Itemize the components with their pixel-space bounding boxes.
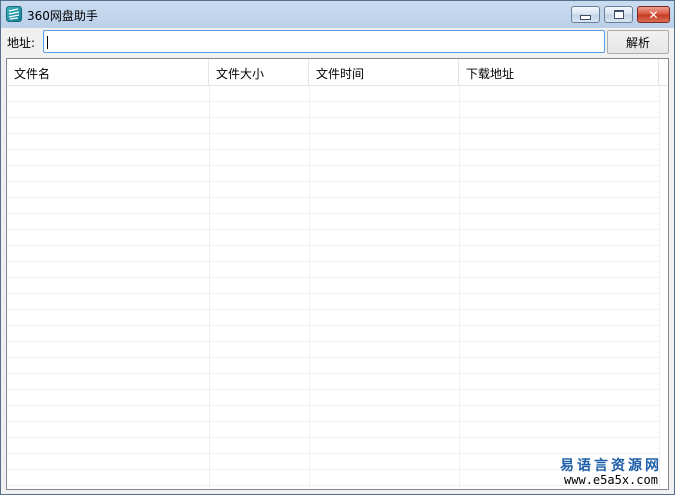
file-list-body[interactable] [7,86,668,489]
empty-row [7,198,660,214]
maximize-icon [613,10,624,19]
empty-row [7,214,660,230]
text-caret [47,36,48,49]
empty-row [7,118,660,134]
column-gridline [459,86,460,489]
minimize-button[interactable] [571,6,600,23]
empty-row [7,246,660,262]
empty-row [7,358,660,374]
empty-row [7,310,660,326]
column-gridline [659,86,660,489]
empty-row [7,230,660,246]
column-gridline [309,86,310,489]
file-list-header: 文件名 文件大小 文件时间 下载地址 [7,59,668,86]
empty-row [7,182,660,198]
watermark: 易语言资源网 www.e5a5x.com [560,458,662,488]
empty-row [7,262,660,278]
empty-row [7,326,660,342]
empty-row [7,294,660,310]
file-list[interactable]: 文件名 文件大小 文件时间 下载地址 [6,58,669,490]
column-gridline [209,86,210,489]
app-icon[interactable] [6,6,22,22]
empty-row [7,422,660,438]
app-window: 360网盘助手 ✕ 地址: 解析 文件名 文件大小 文件时间 下载地址 易语言资… [0,0,675,495]
empty-row [7,406,660,422]
empty-row [7,134,660,150]
column-header-filename[interactable]: 文件名 [7,59,209,85]
empty-row [7,390,660,406]
empty-row [7,86,660,102]
address-input[interactable] [43,30,605,53]
column-header-filetime[interactable]: 文件时间 [309,59,459,85]
empty-row [7,438,660,454]
maximize-button[interactable] [604,6,633,23]
empty-row [7,102,660,118]
title-bar[interactable]: 360网盘助手 ✕ [1,1,674,28]
empty-row [7,278,660,294]
watermark-url: www.e5a5x.com [564,473,658,488]
empty-row [7,166,660,182]
empty-row [7,150,660,166]
column-header-download-url[interactable]: 下载地址 [459,59,659,85]
minimize-icon [580,14,591,20]
watermark-text: 易语言资源网 [560,458,662,475]
close-button[interactable]: ✕ [637,6,670,23]
column-header-filesize[interactable]: 文件大小 [209,59,309,85]
client-area: 地址: 解析 文件名 文件大小 文件时间 下载地址 易语言资源网 www.e5a… [1,28,674,494]
window-title: 360网盘助手 [27,9,98,23]
empty-row [7,342,660,358]
close-icon: ✕ [648,7,659,22]
address-label: 地址: [7,36,36,50]
empty-row [7,374,660,390]
parse-button[interactable]: 解析 [607,30,669,54]
